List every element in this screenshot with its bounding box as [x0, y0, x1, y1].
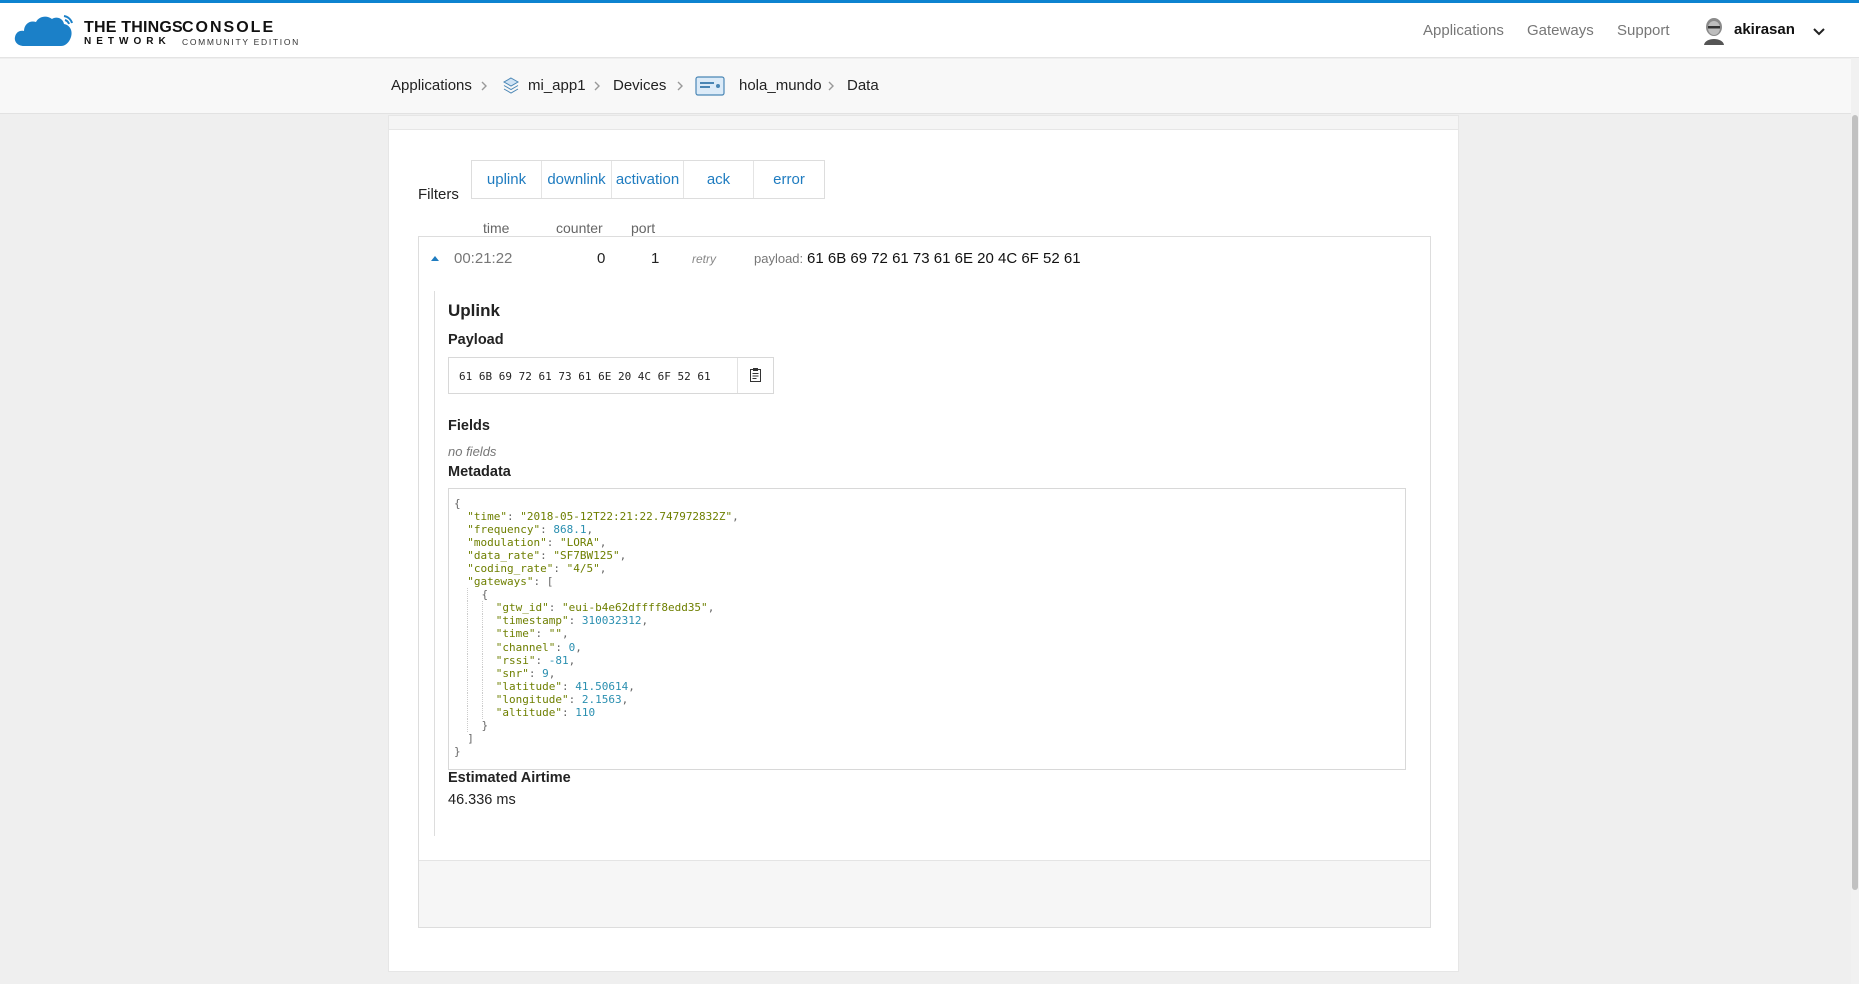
event-time[interactable]: 00:21:22 [454, 250, 512, 267]
event-detail: Uplink Payload 61 6B 69 72 61 73 61 6E 2… [434, 291, 1430, 836]
meta-gtw-id: "eui-b4e62dffff8edd35" [561, 601, 708, 615]
detail-title: Uplink [448, 301, 500, 320]
brand-subtitle: NETWORK [84, 36, 171, 47]
console-edition: COMMUNITY EDITION [182, 37, 300, 47]
event-row: 00:21:22 0 1 retry payload: 61 6B 69 72 … [418, 236, 1431, 928]
event-payload-label: payload: [754, 251, 804, 266]
filter-downlink-button[interactable]: downlink [542, 161, 612, 198]
airtime-value: 46.336 ms [448, 792, 516, 808]
column-header-counter: counter [556, 220, 603, 236]
meta-altitude: 110 [575, 705, 596, 719]
metadata-heading: Metadata [448, 464, 511, 480]
copy-button[interactable] [737, 358, 773, 393]
breadcrumb-app[interactable]: mi_app1 [528, 77, 586, 94]
breadcrumb-data: Data [847, 77, 879, 94]
chevron-right-icon [828, 81, 834, 91]
metadata-json: { "time": "2018-05-12T22:21:22.747972832… [454, 497, 739, 758]
nav-support[interactable]: Support [1617, 22, 1670, 39]
filter-uplink-button[interactable]: uplink [472, 161, 542, 198]
scrollbar-thumb[interactable] [1852, 115, 1858, 890]
meta-channel: 0 [568, 640, 576, 654]
column-header-port: port [631, 220, 656, 236]
meta-frequency: 868.1 [553, 523, 587, 537]
meta-timestamp: 310032312 [581, 614, 642, 628]
column-header-time: time [483, 220, 510, 236]
meta-time: "2018-05-12T22:21:22.747972832Z" [520, 510, 733, 524]
meta-snr: 9 [542, 666, 549, 680]
breadcrumb: Applications mi_app1 Devices hola_mundo … [0, 59, 1859, 114]
event-retry-tag: retry [692, 252, 716, 266]
breadcrumb-device[interactable]: hola_mundo [739, 77, 822, 94]
meta-gw-time: "" [548, 627, 562, 641]
meta-rssi: -81 [548, 653, 569, 667]
event-payload: 61 6B 69 72 61 73 61 6E 20 4C 6F 52 61 [807, 250, 1081, 267]
payload-box: 61 6B 69 72 61 73 61 6E 20 4C 6F 52 61 [448, 357, 774, 394]
event-port: 1 [651, 250, 660, 267]
meta-longitude: 2.1563 [581, 692, 622, 706]
breadcrumb-applications[interactable]: Applications [391, 77, 472, 94]
username[interactable]: akirasan [1734, 21, 1795, 38]
clipboard-icon [750, 368, 761, 382]
event-footer [419, 860, 1430, 927]
brand-title: THE THINGS [84, 19, 183, 36]
data-card: Filters uplink downlink activation ack e… [388, 115, 1459, 972]
top-header: THE THINGS NETWORK CONSOLE COMMUNITY EDI… [0, 3, 1859, 58]
filter-activation-button[interactable]: activation [612, 161, 684, 198]
device-icon [695, 76, 725, 96]
breadcrumb-devices[interactable]: Devices [613, 77, 666, 94]
fields-heading: Fields [448, 418, 490, 434]
event-counter: 0 [597, 250, 606, 267]
nav-applications[interactable]: Applications [1423, 22, 1504, 39]
card-top-strip [389, 116, 1458, 130]
console-title: CONSOLE [182, 19, 276, 36]
metadata-json-viewer[interactable]: { "time": "2018-05-12T22:21:22.747972832… [448, 488, 1406, 770]
user-avatar-icon[interactable] [1702, 17, 1726, 45]
chevron-right-icon [481, 81, 487, 91]
payload-heading: Payload [448, 332, 504, 348]
chevron-right-icon [677, 81, 683, 91]
meta-modulation: "LORA" [559, 536, 600, 550]
chevron-right-icon [594, 81, 600, 91]
layers-icon [502, 77, 520, 94]
meta-data-rate: "SF7BW125" [553, 549, 620, 563]
meta-latitude: 41.50614 [575, 679, 629, 693]
filter-ack-button[interactable]: ack [684, 161, 754, 198]
fields-empty-text: no fields [448, 444, 497, 459]
airtime-heading: Estimated Airtime [448, 770, 571, 786]
payload-value[interactable]: 61 6B 69 72 61 73 61 6E 20 4C 6F 52 61 [459, 370, 711, 383]
chevron-down-icon[interactable] [1812, 25, 1826, 39]
meta-coding-rate: "4/5" [566, 562, 600, 576]
nav-gateways[interactable]: Gateways [1527, 22, 1594, 39]
ttn-cloud-logo-icon[interactable] [14, 14, 74, 48]
caret-up-icon[interactable] [430, 254, 440, 262]
filters-label: Filters [418, 186, 459, 203]
filter-error-button[interactable]: error [754, 161, 824, 198]
filter-group: uplink downlink activation ack error [471, 160, 825, 199]
